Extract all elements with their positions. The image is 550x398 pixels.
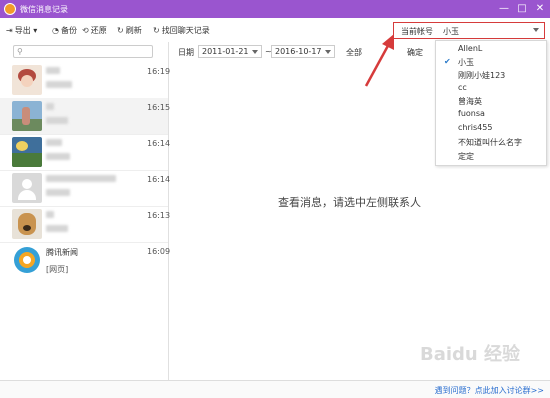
contact-time: 16:09: [147, 247, 171, 256]
window-title: 微信消息记录: [20, 5, 68, 14]
contact-preview: [网页]: [46, 265, 69, 274]
search-icon: ⚲: [17, 47, 23, 56]
help-group-link[interactable]: 遇到问题？点此加入讨论群>>: [435, 385, 544, 396]
account-option[interactable]: AllenL: [458, 44, 482, 53]
account-option-selected[interactable]: 小玉: [458, 57, 474, 68]
contact-name: 腾讯新闻: [46, 248, 78, 257]
watermark: Baidu 经验: [420, 344, 521, 365]
avatar: [12, 137, 42, 167]
account-option[interactable]: 不知道叫什么名字: [458, 137, 522, 148]
account-option[interactable]: fuonsa: [458, 109, 485, 118]
contact-item[interactable]: 16:19: [0, 62, 170, 99]
chevron-down-icon: [252, 50, 258, 54]
contact-time: 16:19: [147, 67, 171, 76]
account-option[interactable]: 曾海英: [458, 96, 482, 107]
export-icon: ⇥: [6, 26, 13, 35]
recover-history-button[interactable]: ↻ 找回聊天记录: [153, 25, 210, 36]
close-icon[interactable]: ✕: [533, 2, 547, 16]
account-value: 小玉: [443, 27, 459, 36]
app-logo-icon: [4, 3, 16, 15]
contact-time: 16:13: [147, 211, 171, 220]
contact-item[interactable]: 16:13: [0, 206, 170, 243]
chevron-down-icon: [533, 28, 539, 32]
contact-time: 16:15: [147, 103, 171, 112]
check-icon: ✔: [444, 57, 451, 66]
title-bar: 微信消息记录 — □ ✕: [0, 0, 550, 18]
message-type-select[interactable]: 全部: [346, 47, 362, 58]
export-button[interactable]: ⇥ 导出 ▾: [6, 25, 37, 36]
end-date-picker[interactable]: 2016-10-17: [271, 45, 335, 58]
export-dropdown-icon[interactable]: ▾: [33, 26, 37, 35]
account-option[interactable]: 刚刚小娃123: [458, 70, 505, 81]
contact-time: 16:14: [147, 139, 171, 148]
confirm-button[interactable]: 确定: [407, 47, 423, 58]
maximize-icon[interactable]: □: [515, 2, 529, 16]
start-date-picker[interactable]: 2011-01-21: [198, 45, 262, 58]
status-bar: 遇到问题？点此加入讨论群>>: [0, 380, 550, 398]
tencent-news-icon: [12, 245, 42, 275]
default-avatar-icon: [12, 173, 42, 203]
contact-time: 16:14: [147, 175, 171, 184]
date-label: 日期: [178, 48, 194, 57]
empty-state-message: 查看消息，请选中左侧联系人: [278, 196, 421, 209]
account-option[interactable]: 定定: [458, 151, 474, 162]
account-option[interactable]: cc: [458, 83, 467, 92]
avatar: [12, 209, 42, 239]
contact-item[interactable]: 16:14: [0, 170, 170, 207]
search-input[interactable]: ⚲: [13, 45, 153, 58]
restore-button[interactable]: ⟲ 还原: [82, 25, 107, 36]
backup-button[interactable]: ◔ 备份: [52, 25, 77, 36]
backup-icon: ◔: [52, 26, 59, 35]
chevron-down-icon: [325, 50, 331, 54]
contact-item[interactable]: 16:15: [0, 98, 170, 135]
restore-icon: ⟲: [82, 26, 89, 35]
annotation-arrow: [364, 34, 394, 87]
minimize-icon[interactable]: —: [497, 2, 511, 16]
avatar: [12, 65, 42, 95]
account-option[interactable]: chris455: [458, 123, 492, 132]
contact-item-tencent-news[interactable]: 腾讯新闻 16:09 [网页]: [0, 242, 170, 278]
account-dropdown-list: AllenL ✔ 小玉 刚刚小娃123 cc 曾海英 fuonsa chris4…: [435, 40, 547, 166]
refresh-button[interactable]: ↻ 刷新: [117, 25, 142, 36]
contact-item[interactable]: 16:14: [0, 134, 170, 171]
account-label: 当前帐号: [401, 27, 433, 36]
account-selector[interactable]: 当前帐号 小玉: [393, 22, 545, 39]
refresh-icon: ↻: [117, 26, 124, 35]
avatar: [12, 101, 42, 131]
recover-icon: ↻: [153, 26, 160, 35]
